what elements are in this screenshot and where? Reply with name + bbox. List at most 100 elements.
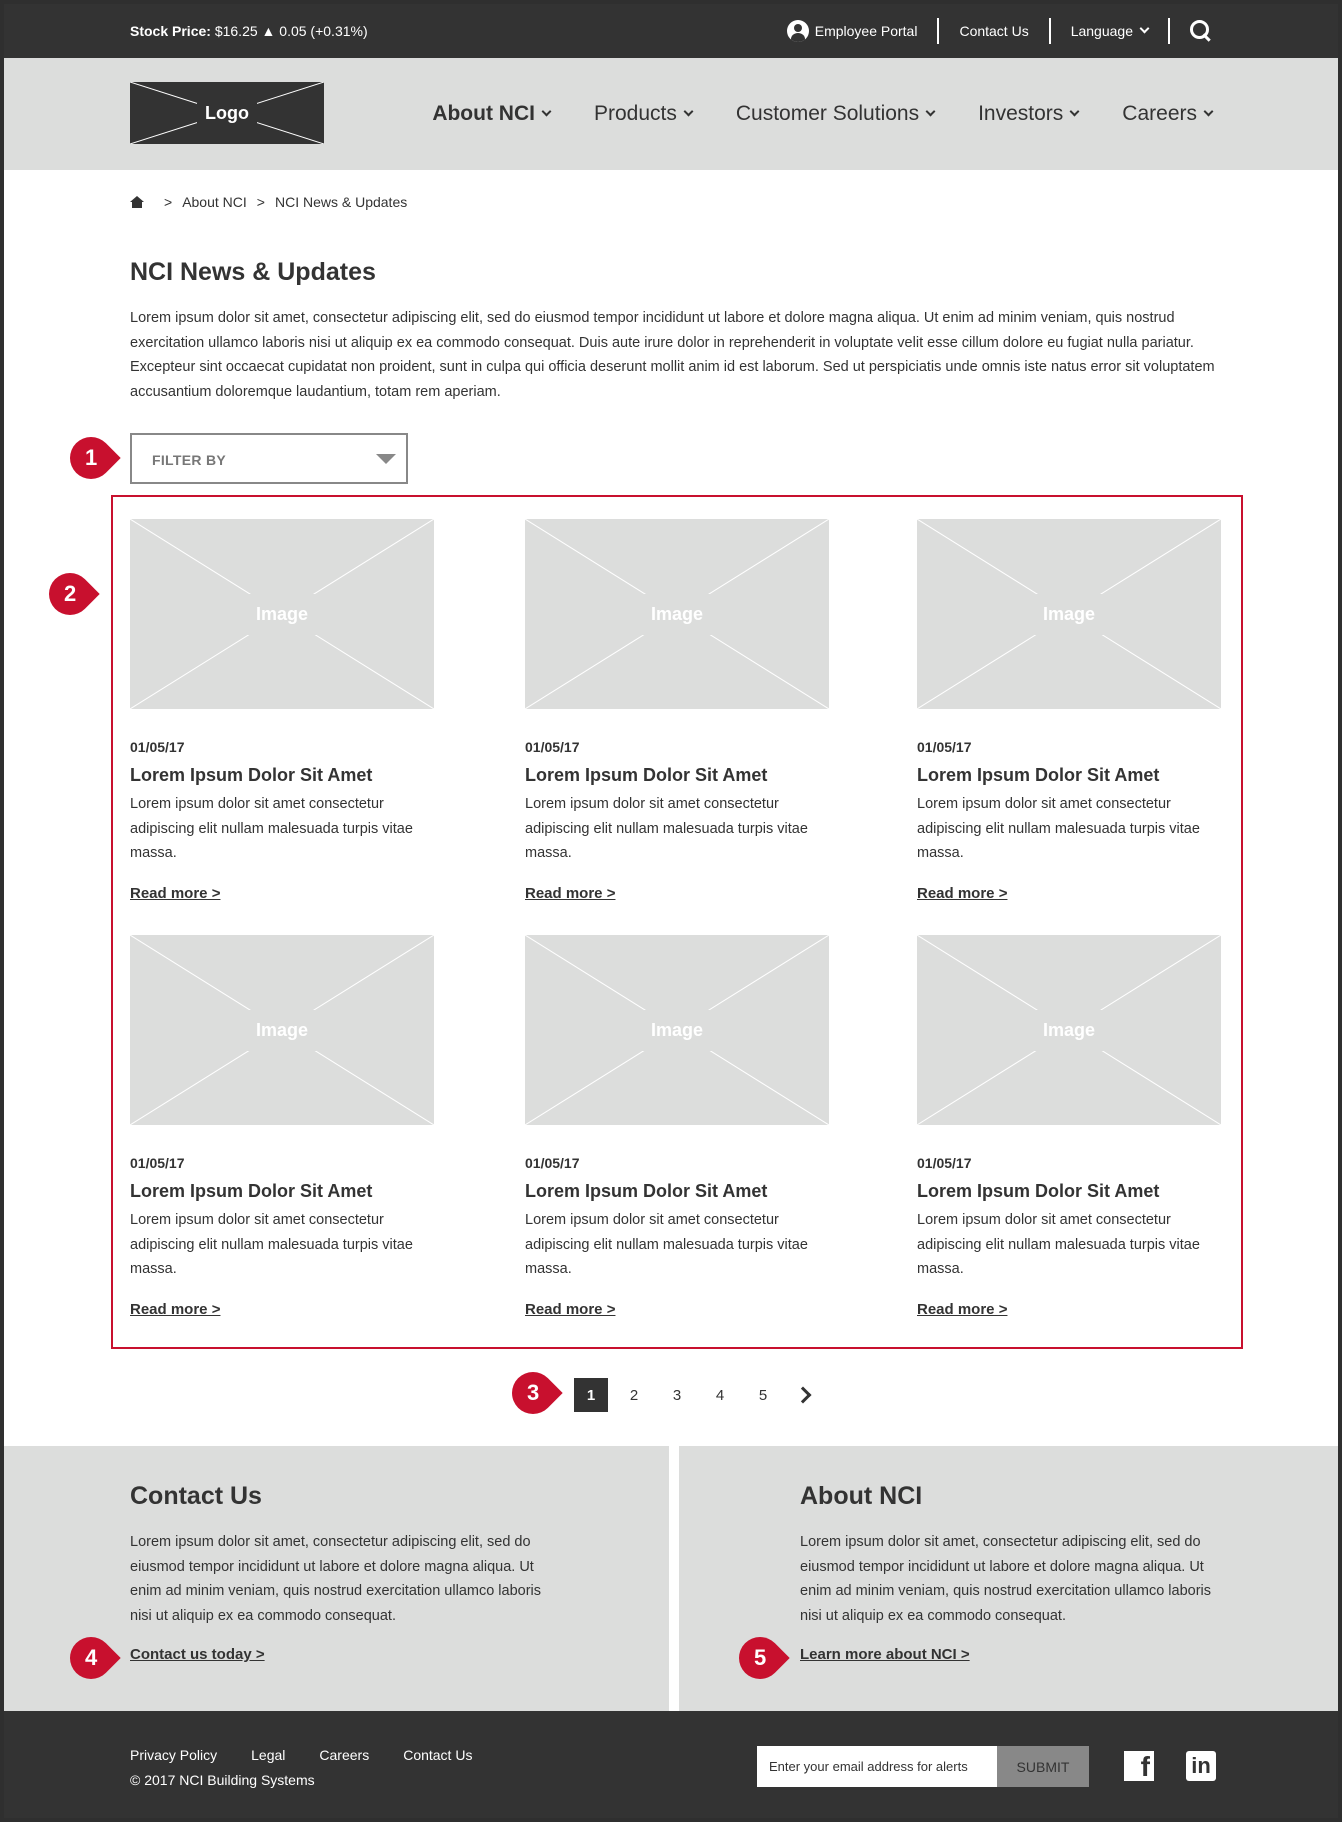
site-footer: Privacy Policy Legal Careers Contact Us …	[4, 1711, 1338, 1818]
chevron-right-icon[interactable]	[794, 1386, 812, 1404]
read-more-link[interactable]: Read more >	[130, 885, 434, 902]
image-label: Image	[1002, 1009, 1136, 1051]
footer-link-legal[interactable]: Legal	[251, 1747, 285, 1763]
chevron-down-icon	[1203, 106, 1214, 117]
language-dropdown[interactable]: Language	[1051, 19, 1168, 43]
footer-link-careers[interactable]: Careers	[319, 1747, 369, 1763]
page-4[interactable]: 4	[703, 1378, 737, 1412]
copyright: © 2017 NCI Building Systems	[130, 1772, 315, 1788]
stock-label: Stock Price:	[130, 23, 211, 39]
nav-label: Investors	[978, 102, 1064, 125]
logo[interactable]: Logo	[130, 82, 324, 144]
breadcrumb-about-nci[interactable]: About NCI	[182, 194, 247, 210]
annotation-marker-2: 2	[40, 564, 100, 624]
card-body: Lorem ipsum dolor sit amet consectetur a…	[525, 1212, 808, 1277]
card-title: Lorem Ipsum Dolor Sit Amet	[130, 765, 373, 785]
card-body: Lorem ipsum dolor sit amet consectetur a…	[130, 796, 413, 861]
page-1[interactable]: 1	[574, 1378, 608, 1412]
breadcrumb: > About NCI > NCI News & Updates	[130, 194, 407, 210]
marker-number: 3	[526, 1380, 540, 1405]
card-title: Lorem Ipsum Dolor Sit Amet	[917, 765, 1160, 785]
linkedin-icon[interactable]: in	[1186, 1751, 1216, 1781]
card-title: Lorem Ipsum Dolor Sit Amet	[917, 1181, 1160, 1201]
submit-button[interactable]: SUBMIT	[997, 1746, 1089, 1787]
about-panel: About NCI Lorem ipsum dolor sit amet, co…	[679, 1446, 1338, 1711]
card-date: 01/05/17	[917, 739, 972, 755]
intro-text: Lorem ipsum dolor sit amet, consectetur …	[130, 310, 1215, 400]
nav-careers[interactable]: Careers	[1122, 102, 1214, 126]
caret-down-icon	[376, 454, 396, 464]
card-date: 01/05/17	[130, 1155, 185, 1171]
card-title: Lorem Ipsum Dolor Sit Amet	[525, 1181, 768, 1201]
about-panel-title: About NCI	[800, 1482, 923, 1510]
marker-number: 1	[84, 445, 98, 470]
chevron-down-icon	[541, 106, 552, 117]
read-more-link[interactable]: Read more >	[525, 1301, 829, 1318]
page-2[interactable]: 2	[617, 1378, 651, 1412]
learn-more-link[interactable]: Learn more about NCI >	[800, 1646, 970, 1663]
filter-dropdown[interactable]: FILTER BY	[130, 433, 408, 484]
annotation-marker-1: 1	[61, 428, 121, 488]
page-5[interactable]: 5	[746, 1378, 780, 1412]
image-placeholder: Image	[917, 519, 1221, 709]
utility-nav: Employee Portal Contact Us Language	[767, 4, 1212, 58]
user-icon	[786, 20, 809, 42]
read-more-link[interactable]: Read more >	[917, 1301, 1221, 1318]
card-body: Lorem ipsum dolor sit amet consectetur a…	[917, 1212, 1200, 1277]
chevron-down-icon	[1069, 106, 1080, 117]
read-more-link[interactable]: Read more >	[917, 885, 1221, 902]
image-label-wrap: Image	[917, 935, 1221, 1125]
read-more-link[interactable]: Read more >	[525, 885, 829, 902]
facebook-icon[interactable]: f	[1124, 1751, 1154, 1781]
card-title: Lorem Ipsum Dolor Sit Amet	[130, 1181, 373, 1201]
nav-label: Careers	[1122, 102, 1197, 125]
news-card: Image 01/05/17 Lorem Ipsum Dolor Sit Ame…	[130, 935, 434, 1318]
read-more-link[interactable]: Read more >	[130, 1301, 434, 1318]
stock-value: $16.25	[214, 23, 258, 39]
home-icon[interactable]	[130, 196, 144, 208]
page-3[interactable]: 3	[660, 1378, 694, 1412]
card-body: Lorem ipsum dolor sit amet consectetur a…	[917, 796, 1200, 861]
nav-investors[interactable]: Investors	[978, 102, 1080, 126]
image-placeholder: Image	[130, 519, 434, 709]
language-label: Language	[1070, 23, 1133, 39]
card-title: Lorem Ipsum Dolor Sit Amet	[525, 765, 768, 785]
footer-link-privacy[interactable]: Privacy Policy	[130, 1747, 217, 1763]
card-date: 01/05/17	[525, 739, 580, 755]
nav-customer-solutions[interactable]: Customer Solutions	[736, 102, 936, 126]
image-placeholder: Image	[917, 935, 1221, 1125]
image-label: Image	[610, 1009, 744, 1051]
stock-price: Stock Price: $16.25 ▲ 0.05 (+0.31%)	[130, 23, 368, 39]
search-icon[interactable]	[1190, 20, 1212, 42]
chevron-down-icon	[1139, 23, 1150, 34]
card-date: 01/05/17	[917, 1155, 972, 1171]
footer-link-contact[interactable]: Contact Us	[403, 1747, 472, 1763]
news-card: Image 01/05/17 Lorem Ipsum Dolor Sit Ame…	[917, 519, 1221, 902]
card-body: Lorem ipsum dolor sit amet consectetur a…	[525, 796, 808, 861]
page-frame: Stock Price: $16.25 ▲ 0.05 (+0.31%) Empl…	[0, 0, 1342, 1822]
nav-about-nci[interactable]: About NCI	[432, 102, 552, 126]
email-alert-input[interactable]	[757, 1746, 997, 1787]
news-card: Image 01/05/17 Lorem Ipsum Dolor Sit Ame…	[525, 519, 829, 902]
divider	[1168, 18, 1170, 44]
employee-portal-link[interactable]: Employee Portal	[767, 19, 938, 43]
nav-products[interactable]: Products	[593, 102, 694, 126]
card-date: 01/05/17	[525, 1155, 580, 1171]
contact-us-today-link[interactable]: Contact us today >	[130, 1646, 265, 1663]
news-card: Image 01/05/17 Lorem Ipsum Dolor Sit Ame…	[525, 935, 829, 1318]
contact-us-link[interactable]: Contact Us	[939, 19, 1048, 43]
main-nav: About NCI Products Customer Solutions In…	[388, 58, 1214, 170]
logo-text: Logo	[197, 102, 257, 124]
marker-number: 5	[753, 1645, 767, 1670]
contact-panel-body: Lorem ipsum dolor sit amet, consectetur …	[130, 1534, 542, 1624]
image-label: Image	[610, 593, 744, 635]
image-label: Image	[1002, 593, 1136, 635]
image-placeholder: Image	[525, 519, 829, 709]
footer-links: Privacy Policy Legal Careers Contact Us	[130, 1747, 506, 1763]
nav-label: Products	[593, 102, 677, 125]
marker-number: 4	[84, 1645, 98, 1670]
image-label-wrap: Image	[917, 519, 1221, 709]
marker-number: 2	[63, 581, 77, 606]
image-label-wrap: Image	[525, 519, 829, 709]
image-label: Image	[215, 1009, 349, 1051]
